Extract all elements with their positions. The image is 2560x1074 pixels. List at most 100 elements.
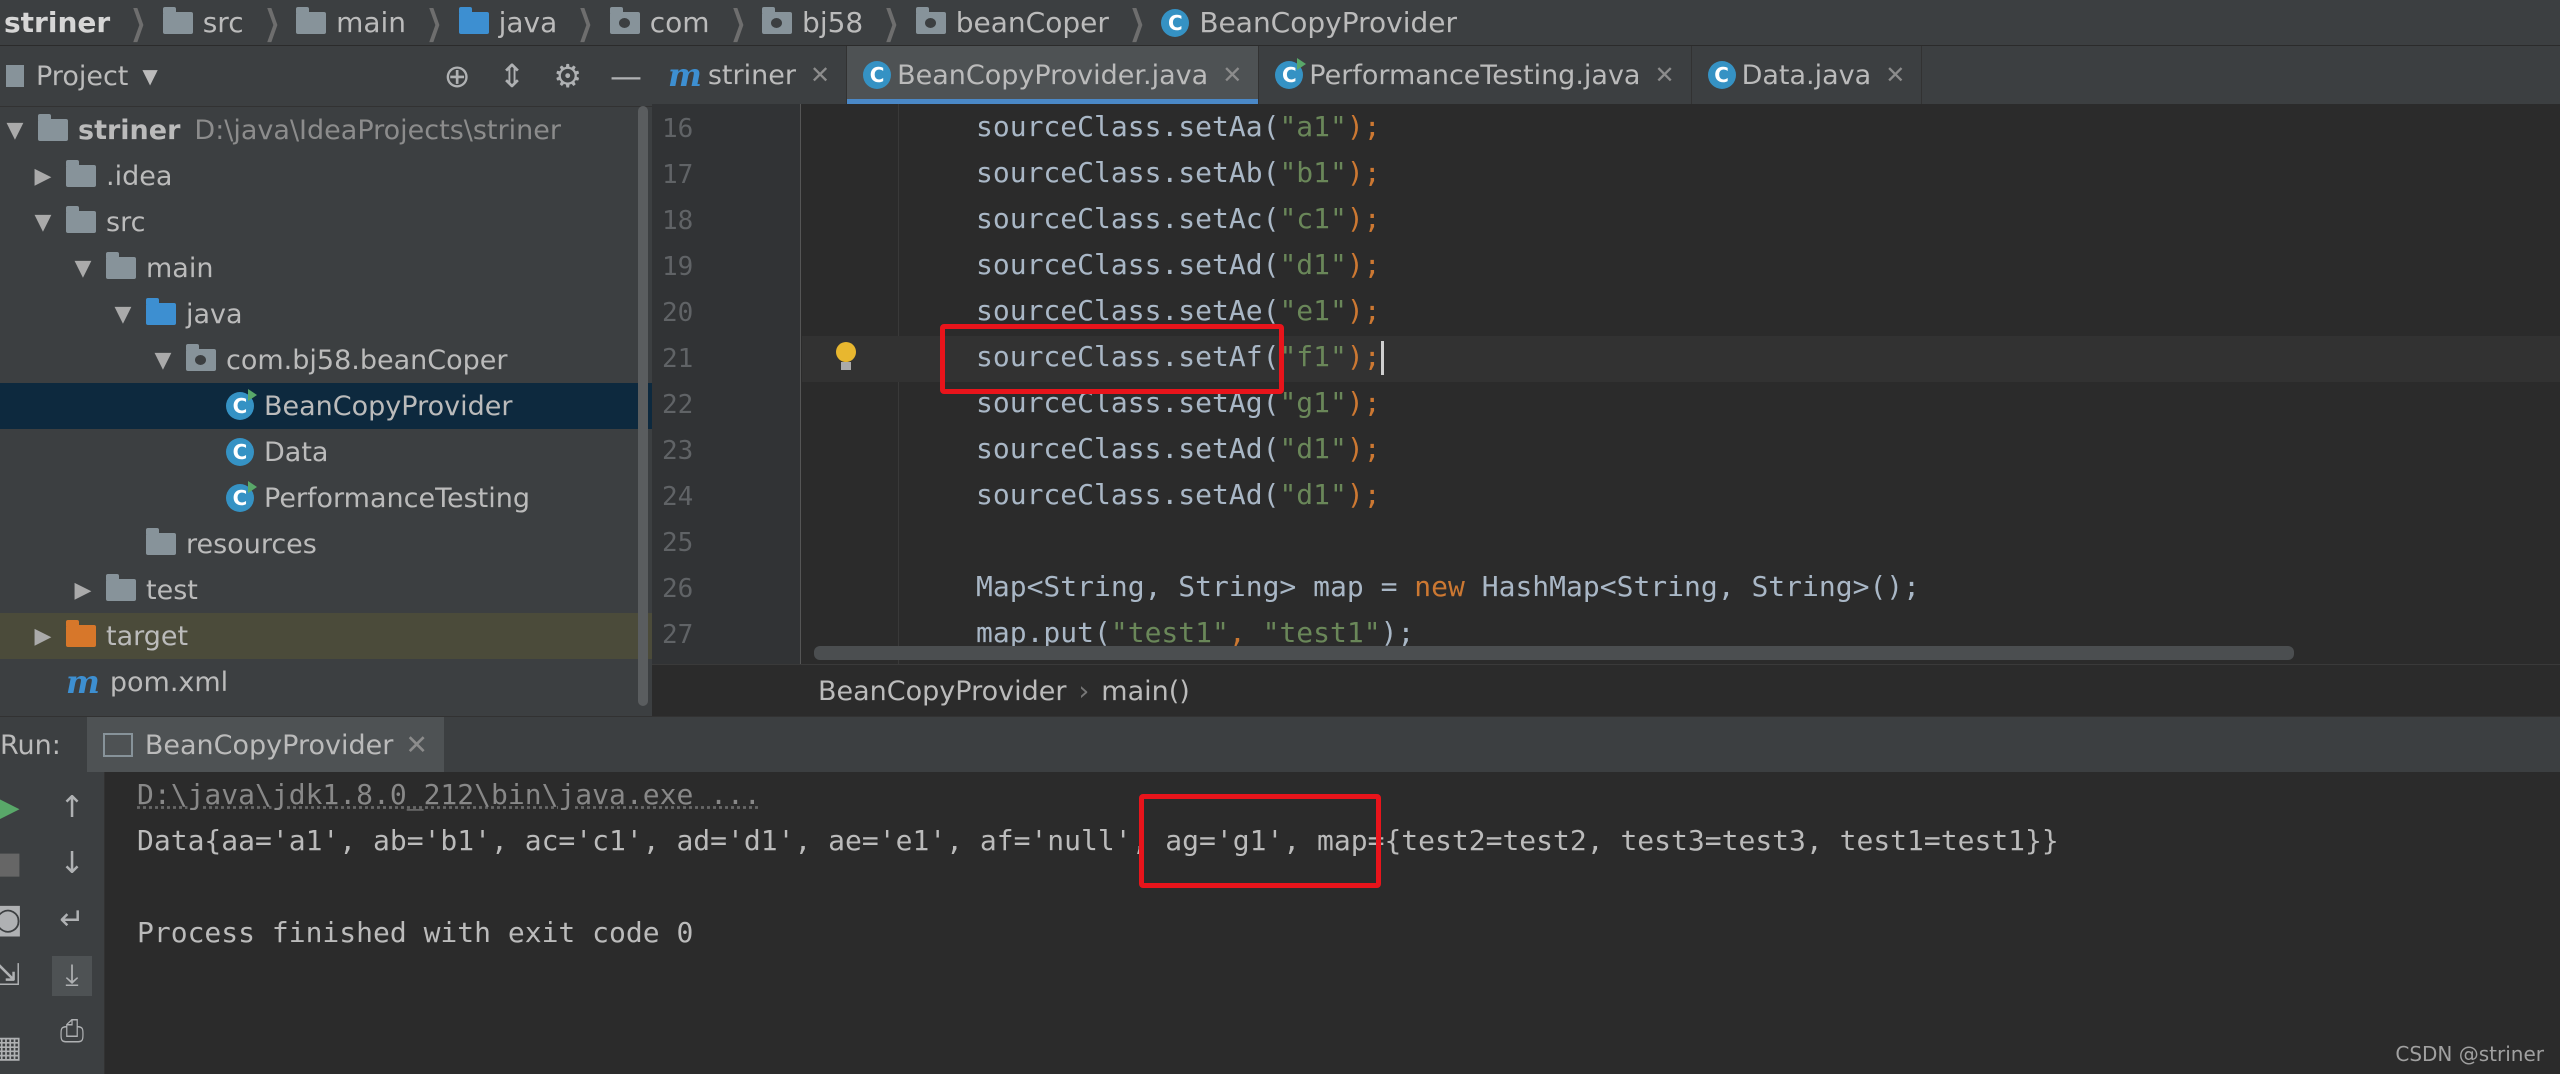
collapsed-arrow-icon[interactable]: ▶ <box>28 164 58 189</box>
editor-tab[interactable]: C Data.java ✕ <box>1692 46 1923 104</box>
code-line[interactable]: sourceClass.setAa("a1"); <box>976 110 1381 143</box>
layout-icon[interactable]: ▦ <box>0 1028 28 1068</box>
editor-tab[interactable]: C BeanCopyProvider.java ✕ <box>847 46 1260 104</box>
line-number: 19 <box>662 252 694 282</box>
expanded-arrow-icon[interactable]: ▼ <box>108 302 138 327</box>
package-icon <box>186 344 216 371</box>
folder-icon <box>296 6 327 34</box>
code-line[interactable]: sourceClass.setAc("c1"); <box>976 202 1381 235</box>
editor-breadcrumb: BeanCopyProvider › main() <box>652 664 2560 717</box>
project-tool-window: Project ▼ ⊕ ⇕ ⚙ — ▼ striner D:\java\IdeaPr… <box>0 46 652 716</box>
stop-icon[interactable]: ■ <box>0 844 28 884</box>
expanded-arrow-icon[interactable]: ▼ <box>28 210 58 235</box>
expanded-arrow-icon[interactable]: ▼ <box>0 118 30 143</box>
tree-item[interactable]: ▶ .idea <box>0 153 652 199</box>
code-token: "a1" <box>1279 110 1347 143</box>
code-line[interactable]: map.put("test1", "test1"); <box>976 616 1414 649</box>
horizontal-scrollbar[interactable] <box>814 646 2294 660</box>
breadcrumb-item[interactable]: com <box>609 6 714 39</box>
restore-layout-icon[interactable]: ⇲ <box>0 956 28 996</box>
scroll-down-icon[interactable]: ↓ <box>52 844 92 884</box>
editor-tab[interactable]: m striner ✕ <box>652 46 848 104</box>
close-tab-icon[interactable]: ✕ <box>1654 61 1674 89</box>
console-icon <box>102 733 133 757</box>
console-output[interactable]: D:\java\jdk1.8.0_212\bin\java.exe ... Da… <box>105 772 2560 1074</box>
tree-item[interactable]: ▶ target <box>0 613 652 659</box>
tree-item[interactable]: m pom.xml <box>0 659 652 705</box>
breadcrumb-item[interactable]: C BeanCopyProvider <box>1161 6 1461 39</box>
collapsed-arrow-icon[interactable]: ▶ <box>68 578 98 603</box>
code-line[interactable]: Map<String, String> map = new HashMap<St… <box>976 570 1920 603</box>
code-line[interactable]: sourceClass.setAe("e1"); <box>976 294 1381 327</box>
tree-item[interactable]: ▶ test <box>0 567 652 613</box>
code-token: sourceClass.setAa( <box>976 110 1280 143</box>
source-folder-icon <box>146 298 176 325</box>
code-line[interactable]: sourceClass.setAb("b1"); <box>976 156 1381 189</box>
breadcrumb-separator-icon: ❯ <box>130 2 147 43</box>
tree-item-path: D:\java\IdeaProjects\striner <box>194 114 561 146</box>
collapsed-arrow-icon[interactable]: ▶ <box>28 624 58 649</box>
code-token: ); <box>1346 386 1381 419</box>
close-tab-icon[interactable]: ✕ <box>1222 61 1242 89</box>
locate-icon[interactable]: ⊕ <box>444 57 471 95</box>
expanded-arrow-icon[interactable]: ▼ <box>148 348 178 373</box>
code-token: sourceClass.setAe( <box>976 294 1280 327</box>
editor-crumb-class[interactable]: BeanCopyProvider <box>818 676 1066 707</box>
tree-item[interactable]: C Data <box>0 429 652 475</box>
close-tab-icon[interactable]: ✕ <box>1885 61 1905 89</box>
scroll-to-end-icon[interactable]: ⤓ <box>52 956 92 996</box>
code-token: map.put( <box>976 616 1111 649</box>
breadcrumb-separator-icon: ❯ <box>1129 2 1145 43</box>
breadcrumb-item[interactable]: java <box>458 6 562 39</box>
soft-wrap-icon[interactable]: ↵ <box>52 900 92 940</box>
folder-icon <box>106 252 136 279</box>
breadcrumb-item[interactable]: bj58 <box>762 6 867 39</box>
tree-item[interactable]: ▼ main <box>0 245 652 291</box>
code-line[interactable]: sourceClass.setAd("d1"); <box>976 432 1381 465</box>
chevron-down-icon[interactable]: ▼ <box>142 64 157 88</box>
package-icon <box>762 6 793 34</box>
breadcrumb-item[interactable]: beanCoper <box>915 6 1113 39</box>
run-tab[interactable]: BeanCopyProvider ✕ <box>86 717 444 773</box>
gear-icon[interactable]: ⚙ <box>553 57 582 95</box>
line-number: 21 <box>662 344 694 374</box>
tree-item-label: striner <box>78 114 181 146</box>
tree-item[interactable]: ▼ com.bj58.beanCoper <box>0 337 652 383</box>
line-number: 25 <box>662 528 694 558</box>
print-icon[interactable]: ⎙ <box>52 1012 92 1052</box>
breadcrumb-label: BeanCopyProvider <box>1199 6 1457 39</box>
editor-tab[interactable]: C PerformanceTesting.java ✕ <box>1259 46 1692 104</box>
editor-crumb-method[interactable]: main() <box>1101 676 1190 707</box>
lightbulb-icon[interactable] <box>836 342 856 370</box>
tree-item[interactable]: ▼ striner D:\java\IdeaProjects\striner <box>0 107 652 153</box>
expanded-arrow-icon[interactable]: ▼ <box>68 256 98 281</box>
project-scrollbar[interactable] <box>638 106 648 706</box>
line-number: 24 <box>662 482 694 512</box>
tree-item[interactable]: ▼ src <box>0 199 652 245</box>
tree-item[interactable]: C BeanCopyProvider <box>0 383 652 429</box>
scroll-up-icon[interactable]: ↑ <box>52 788 92 828</box>
tree-item[interactable]: resources <box>0 521 652 567</box>
close-icon[interactable]: ✕ <box>405 730 428 761</box>
camera-icon[interactable]: ◙ <box>0 900 28 940</box>
console-command[interactable]: D:\java\jdk1.8.0_212\bin\java.exe ... <box>137 778 761 811</box>
close-tab-icon[interactable]: ✕ <box>810 61 830 89</box>
breadcrumb-item[interactable]: main <box>296 6 410 39</box>
collapse-icon[interactable]: ⇕ <box>499 57 526 95</box>
project-title[interactable]: Project <box>36 61 128 92</box>
watermark: CSDN @striner <box>2395 1042 2544 1066</box>
package-icon <box>915 6 946 34</box>
breadcrumb-item[interactable]: striner <box>0 6 114 39</box>
code-editor[interactable]: 16 17 18 19 20 21 22 23 24 25 26 27 sourceClass.set… <box>652 104 2560 664</box>
minimize-icon[interactable]: — <box>610 57 642 95</box>
rerun-icon[interactable]: ▶ <box>0 788 28 828</box>
code-token: ); <box>1346 294 1381 327</box>
code-token: sourceClass.setAd( <box>976 432 1280 465</box>
code-line[interactable]: sourceClass.setAd("d1"); <box>976 478 1381 511</box>
class-icon: C <box>1707 61 1736 89</box>
highlight-box-code <box>940 324 1284 394</box>
code-line[interactable]: sourceClass.setAd("d1"); <box>976 248 1381 281</box>
tree-item[interactable]: ▼ java <box>0 291 652 337</box>
tree-item[interactable]: C PerformanceTesting <box>0 475 652 521</box>
breadcrumb-item[interactable]: src <box>162 6 248 39</box>
